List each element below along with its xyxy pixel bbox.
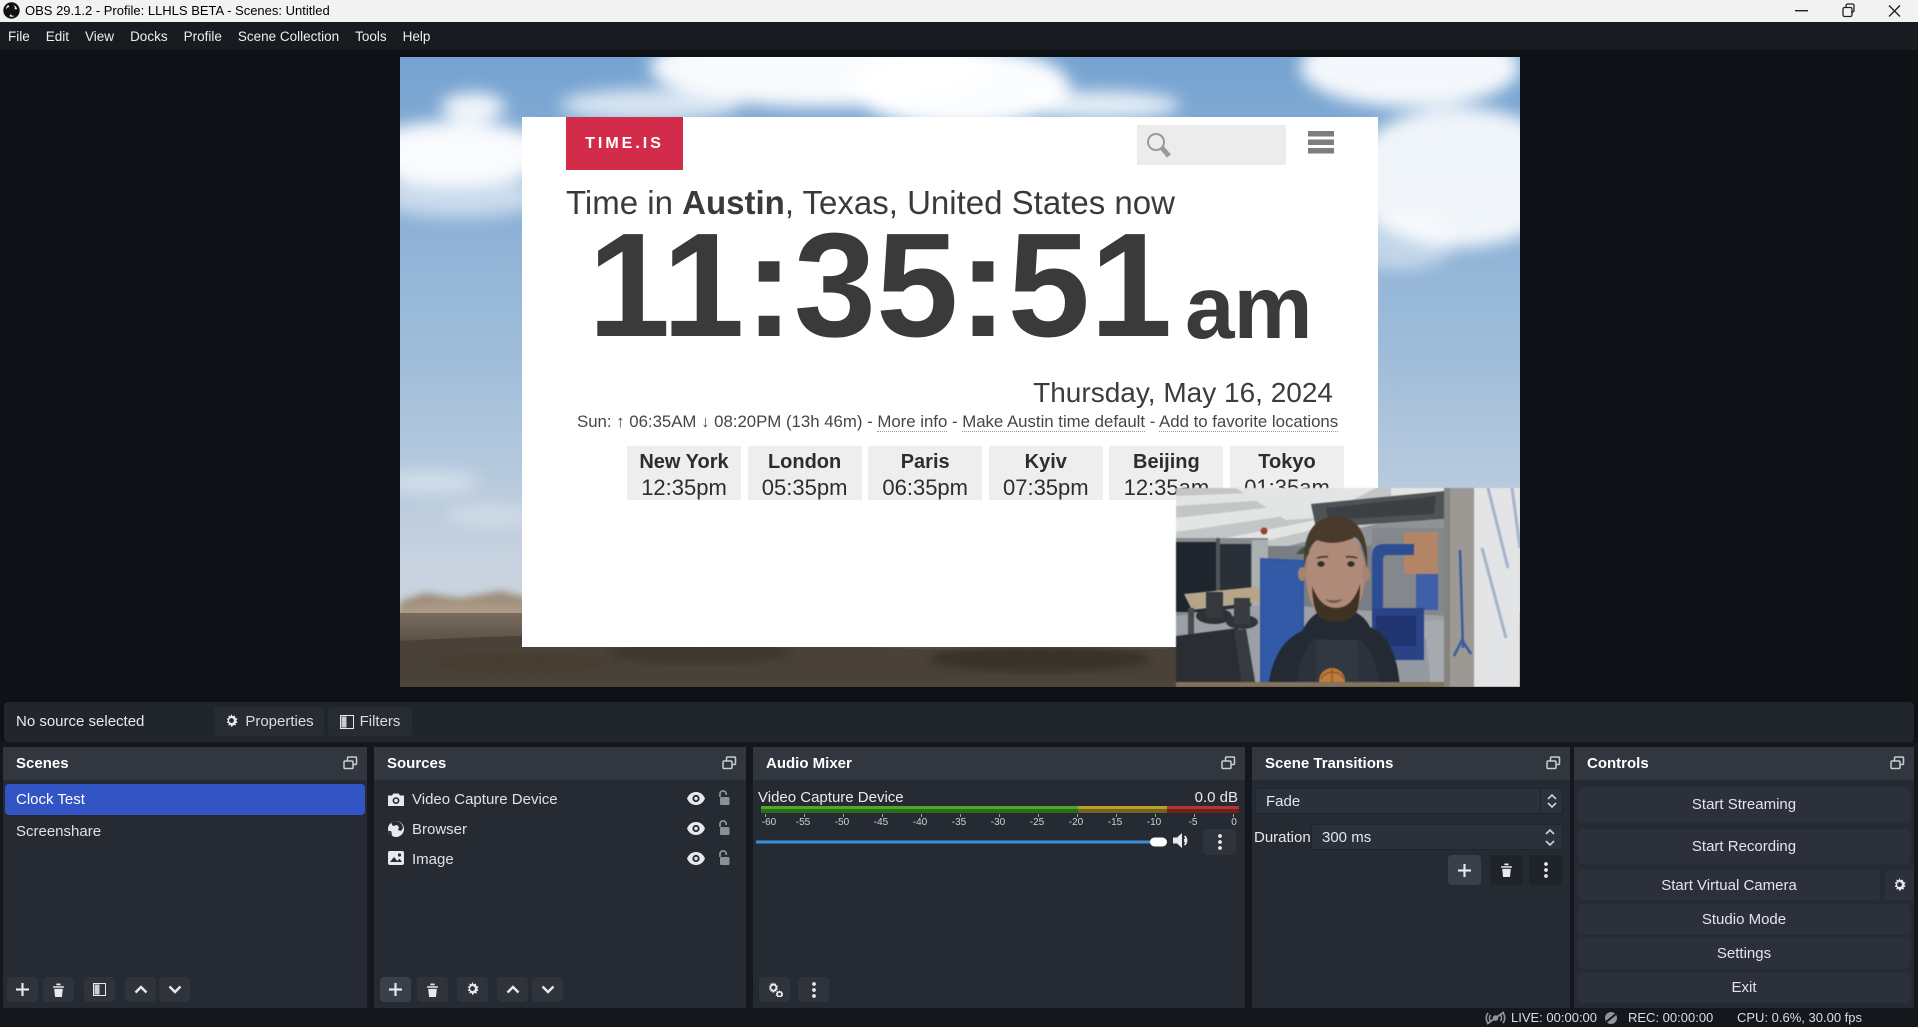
svg-text:-5: -5 xyxy=(1189,817,1198,828)
svg-text:-10: -10 xyxy=(1147,817,1162,828)
svg-text:-15: -15 xyxy=(1108,817,1123,828)
svg-text:-20: -20 xyxy=(1069,817,1084,828)
svg-text:-50: -50 xyxy=(835,817,850,828)
svg-text:-60: -60 xyxy=(762,817,777,828)
svg-text:-45: -45 xyxy=(874,817,889,828)
svg-text:-25: -25 xyxy=(1030,817,1045,828)
svg-text:-40: -40 xyxy=(913,817,928,828)
svg-text:-55: -55 xyxy=(796,817,811,828)
svg-text:-30: -30 xyxy=(991,817,1006,828)
svg-text:0: 0 xyxy=(1231,817,1237,828)
svg-text:-35: -35 xyxy=(952,817,967,828)
